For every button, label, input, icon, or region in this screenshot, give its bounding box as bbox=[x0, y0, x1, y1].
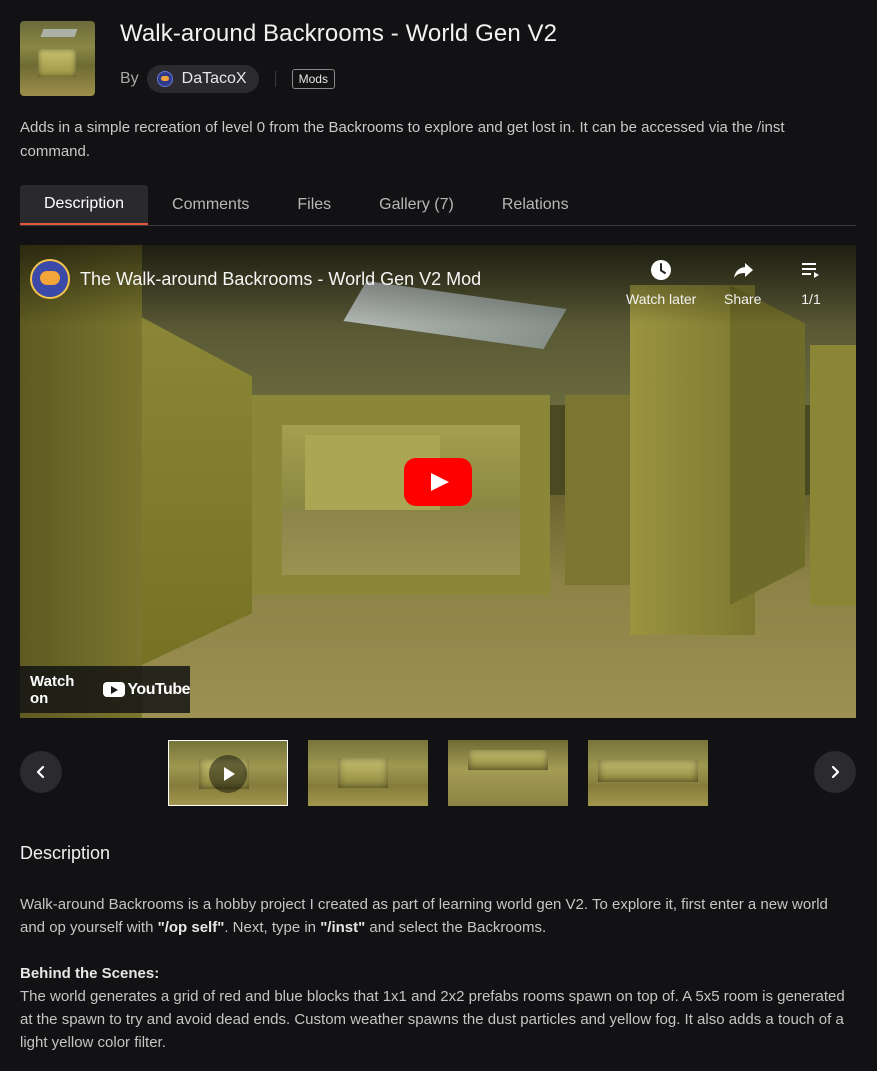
share-button[interactable]: Share bbox=[724, 259, 761, 307]
project-thumbnail bbox=[20, 21, 95, 96]
playlist-icon bbox=[800, 259, 822, 287]
description-heading: Description bbox=[20, 843, 111, 863]
youtube-wordmark: YouTube bbox=[127, 680, 190, 698]
chevron-right-icon bbox=[831, 765, 840, 779]
description-text: . Next, type in bbox=[224, 919, 321, 936]
scene-far-right-wall bbox=[810, 345, 856, 605]
category-tag[interactable]: Mods bbox=[291, 69, 335, 89]
scene-back-floor bbox=[282, 510, 520, 575]
video-top-bar: The Walk-around Backrooms - World Gen V2… bbox=[20, 245, 856, 325]
playlist-count: 1/1 bbox=[801, 291, 821, 307]
play-icon bbox=[209, 755, 247, 793]
command-inst: "/inst" bbox=[320, 919, 366, 936]
description-paragraph-1: Walk-around Backrooms is a hobby project… bbox=[20, 893, 850, 939]
tab-relations[interactable]: Relations bbox=[478, 185, 593, 224]
share-icon bbox=[724, 259, 761, 287]
video-play-button[interactable] bbox=[404, 458, 472, 506]
description-text: and select the Backrooms. bbox=[365, 919, 547, 936]
youtube-logo: YouTube bbox=[103, 681, 190, 699]
author-name: DaTacoX bbox=[181, 70, 247, 87]
scene-mid-wall bbox=[565, 395, 630, 585]
divider bbox=[274, 71, 276, 87]
description-paragraph-2: Behind the Scenes: The world generates a … bbox=[20, 962, 850, 1054]
behind-scenes-text: The world generates a grid of red and bl… bbox=[20, 988, 845, 1051]
youtube-play-icon bbox=[103, 682, 126, 697]
thumbnail-corridor bbox=[38, 49, 76, 77]
tab-gallery[interactable]: Gallery (7) bbox=[355, 185, 478, 224]
watch-later-label: Watch later bbox=[626, 291, 697, 307]
gallery-next-button[interactable] bbox=[814, 751, 856, 793]
author-row: By DaTacoX Mods bbox=[120, 65, 335, 93]
tab-description[interactable]: Description bbox=[20, 185, 149, 225]
watch-on-label: Watch on bbox=[30, 672, 75, 707]
gallery-thumb-image bbox=[598, 760, 698, 782]
clock-icon bbox=[626, 259, 696, 287]
command-op-self: "/op self" bbox=[157, 919, 225, 936]
watch-later-button[interactable]: Watch later bbox=[626, 259, 696, 307]
tab-comments[interactable]: Comments bbox=[148, 185, 273, 224]
playlist-button[interactable]: 1/1 bbox=[800, 259, 822, 307]
thumbnail-ceiling-light bbox=[40, 29, 78, 37]
project-tabs: Description Comments Files Gallery (7) R… bbox=[20, 185, 856, 226]
tab-files[interactable]: Files bbox=[273, 185, 355, 224]
scene-right-pillar-side bbox=[730, 285, 805, 605]
chevron-left-icon bbox=[36, 765, 45, 779]
author-link[interactable]: DaTacoX bbox=[146, 65, 259, 93]
video-player[interactable]: The Walk-around Backrooms - World Gen V2… bbox=[20, 245, 856, 718]
by-label: By bbox=[120, 70, 139, 87]
channel-avatar[interactable] bbox=[30, 259, 70, 299]
gallery-thumb-image bbox=[338, 758, 388, 788]
behind-scenes-heading: Behind the Scenes: bbox=[20, 965, 160, 982]
gallery-prev-button[interactable] bbox=[20, 751, 62, 793]
gallery-thumb-2[interactable] bbox=[308, 740, 428, 806]
gallery-thumb-3[interactable] bbox=[448, 740, 568, 806]
watch-on-youtube-button[interactable]: Watch on YouTube bbox=[20, 666, 190, 713]
gallery-thumb-1[interactable] bbox=[168, 740, 288, 806]
project-title: Walk-around Backrooms - World Gen V2 bbox=[120, 20, 558, 47]
gallery-thumb-image bbox=[468, 750, 548, 770]
gallery-thumb-4[interactable] bbox=[588, 740, 708, 806]
share-label: Share bbox=[724, 291, 762, 307]
project-summary: Adds in a simple recreation of level 0 f… bbox=[20, 119, 785, 160]
video-title[interactable]: The Walk-around Backrooms - World Gen V2… bbox=[80, 269, 481, 290]
author-avatar bbox=[156, 71, 173, 87]
